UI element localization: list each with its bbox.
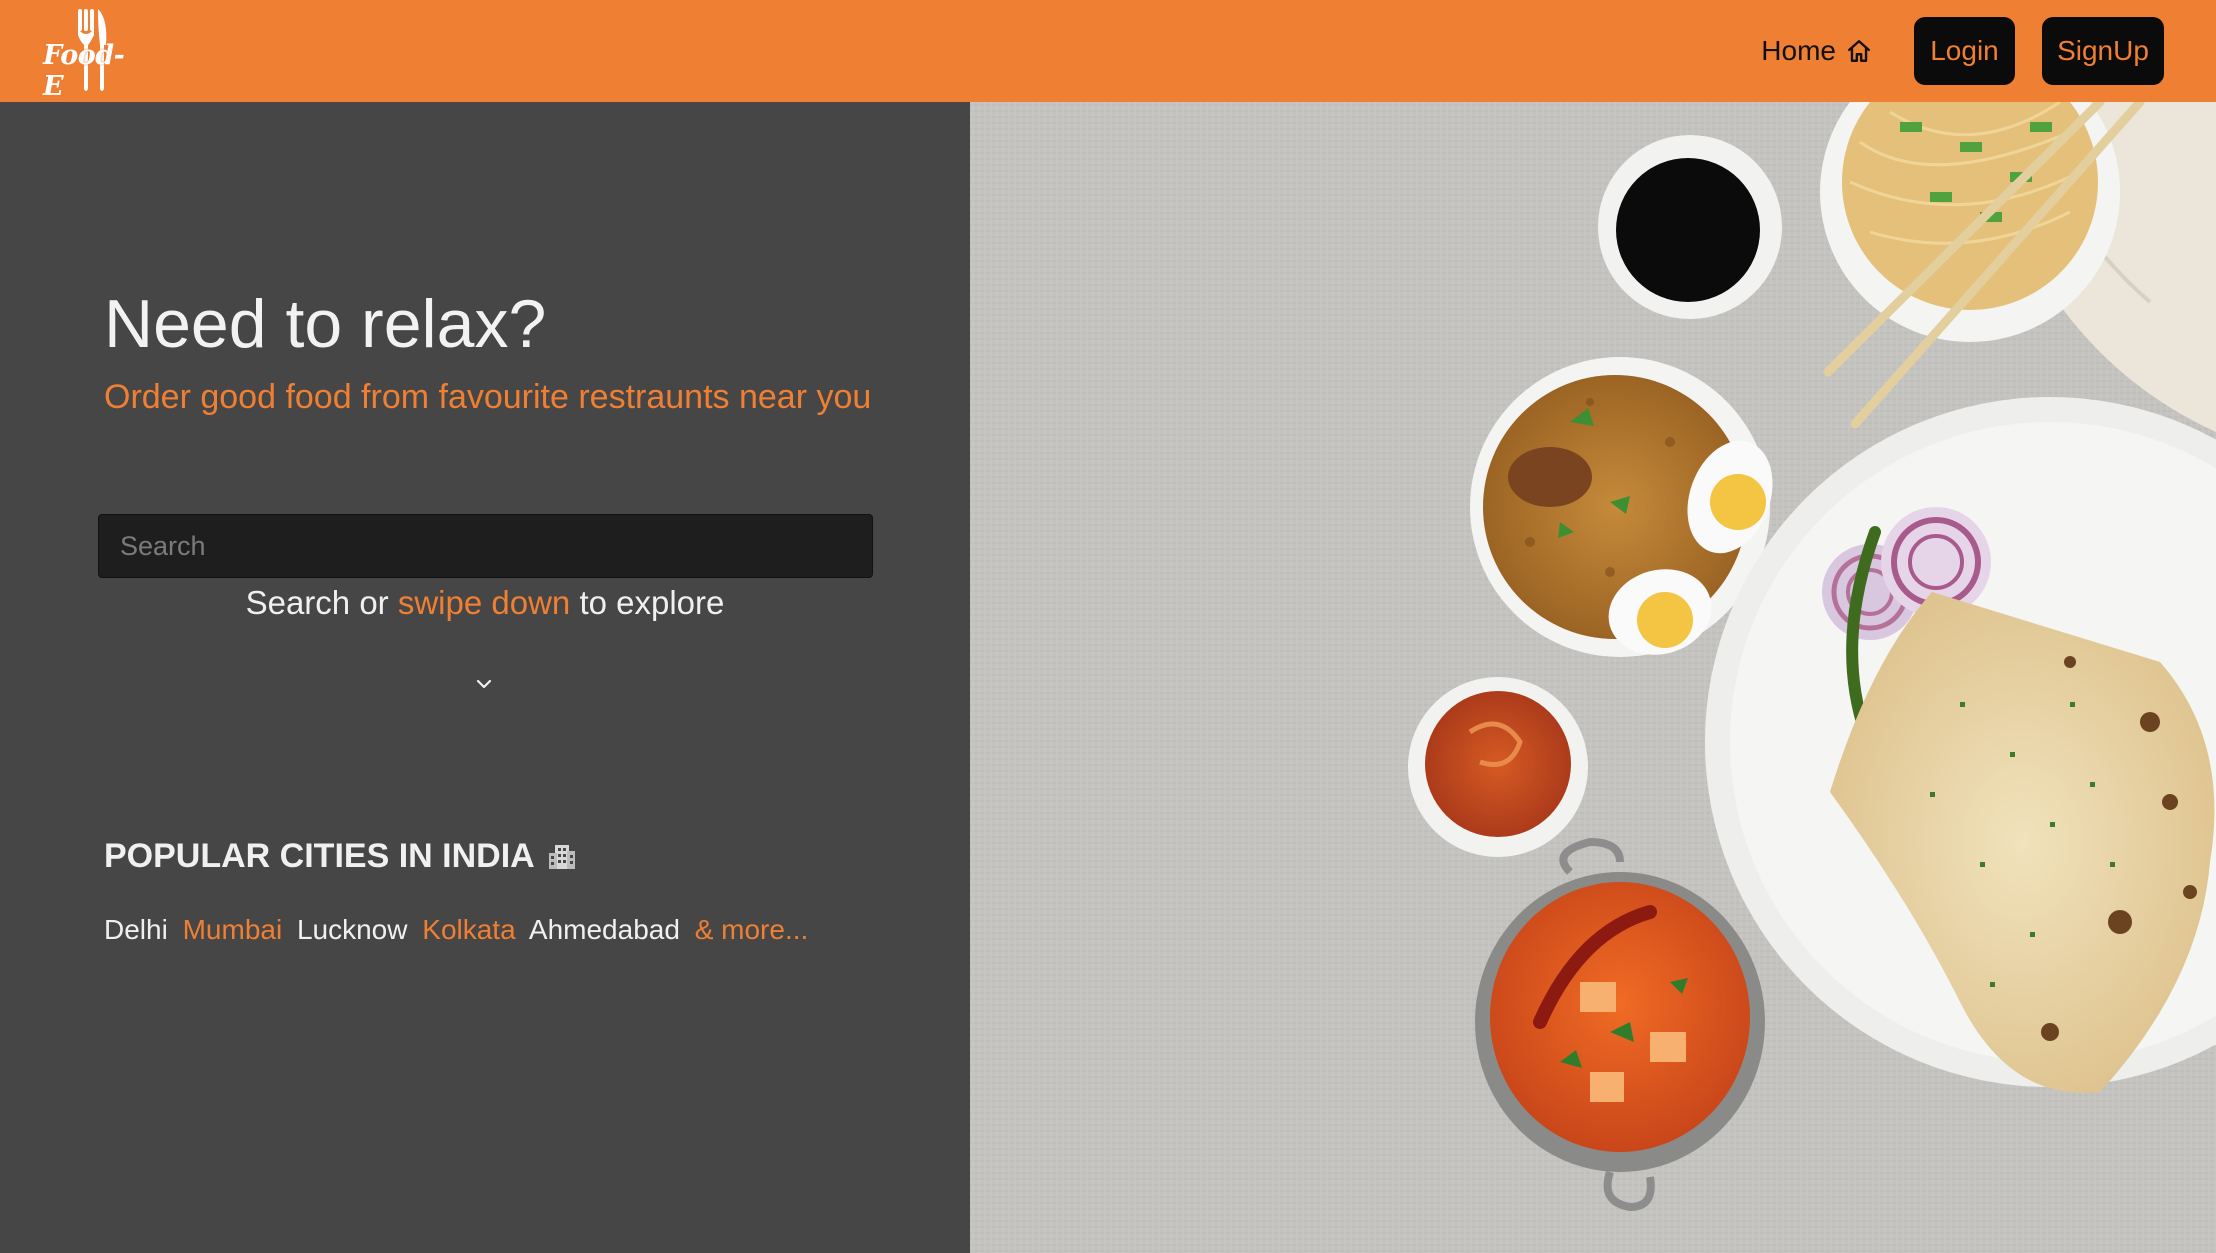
brand-name: Food-E — [43, 40, 125, 102]
search-input[interactable] — [98, 514, 873, 578]
food-spread-illustration — [970, 102, 2216, 1253]
hero-subtitle: Order good food from favourite restraunt… — [104, 378, 872, 416]
login-button[interactable]: Login — [1914, 17, 2015, 85]
hero-panel: Need to relax? Order good food from favo… — [0, 102, 970, 1253]
food-hero-image — [970, 102, 2216, 1253]
nav-home-link[interactable]: Home — [1761, 35, 1872, 67]
city-list: Delhi Mumbai Lucknow Kolkata Ahmedabad &… — [104, 914, 815, 946]
chevron-down-icon — [476, 679, 492, 689]
more-cities-link[interactable]: & more... — [695, 914, 809, 945]
hero-title: Need to relax? — [104, 286, 547, 362]
city-link-mumbai[interactable]: Mumbai — [183, 914, 283, 945]
building-icon — [548, 844, 575, 869]
nav-links: Home Login SignUp — [1761, 17, 2164, 85]
city-link-kolkata[interactable]: Kolkata — [422, 914, 515, 945]
explore-hint-prefix: Search or — [245, 584, 389, 621]
brand-logo[interactable]: Food-E — [42, 9, 142, 102]
nav-home-label: Home — [1761, 35, 1836, 66]
city-link-ahmedabad[interactable]: Ahmedabad — [529, 914, 680, 945]
city-link-lucknow[interactable]: Lucknow — [297, 914, 408, 945]
popular-cities-heading: POPULAR CITIES IN INDIA — [104, 837, 577, 876]
home-icon — [1848, 40, 1870, 62]
scroll-down-button[interactable] — [474, 677, 494, 696]
popular-cities-title: POPULAR CITIES IN INDIA — [104, 837, 535, 875]
city-link-delhi[interactable]: Delhi — [104, 914, 168, 945]
explore-hint-suffix: to explore — [579, 584, 725, 621]
navbar: Food-E Home Login SignUp — [0, 0, 2216, 102]
signup-button[interactable]: SignUp — [2042, 17, 2164, 85]
explore-hint: Search or swipe down to explore — [0, 584, 970, 622]
swipe-down-link[interactable]: swipe down — [398, 584, 570, 621]
